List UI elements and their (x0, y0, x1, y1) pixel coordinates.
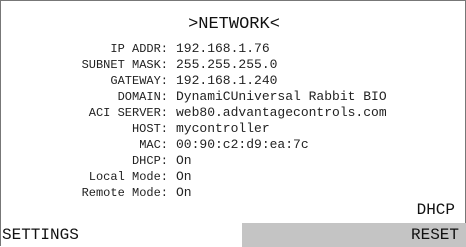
network-info-list: IP ADDR: 192.168.1.76 SUBNET MASK: 255.2… (1, 41, 466, 201)
subnet-mask-value: 255.255.255.0 (176, 57, 278, 72)
page-title: >NETWORK< (188, 15, 280, 34)
field-row-gateway: GATEWAY: 192.168.1.240 (1, 73, 466, 89)
field-row-remote-mode: Remote Mode: On (1, 185, 466, 201)
remote-mode-label: Remote Mode: (81, 186, 168, 200)
dhcp-label: DHCP: (131, 154, 168, 168)
field-row-mac: MAC: 00:90:c2:d9:ea:7c (1, 137, 466, 153)
field-row-host: HOST: mycontroller (1, 121, 466, 137)
ip-addr-label: IP ADDR: (110, 42, 168, 56)
field-row-ip-addr: IP ADDR: 192.168.1.76 (1, 41, 466, 57)
reset-softkey-button[interactable]: RESET (242, 223, 466, 247)
ip-addr-value: 192.168.1.76 (176, 41, 270, 56)
aci-server-label: ACI SERVER: (88, 106, 168, 120)
local-mode-label: Local Mode: (88, 170, 168, 184)
domain-label: DOMAIN: (117, 90, 168, 104)
gateway-label: GATEWAY: (110, 74, 168, 88)
settings-softkey-button[interactable]: SETTINGS (1, 223, 242, 247)
field-row-local-mode: Local Mode: On (1, 169, 466, 185)
remote-mode-value: On (176, 185, 192, 200)
subnet-mask-label: SUBNET MASK: (81, 58, 168, 72)
field-row-domain: DOMAIN: DynamiCUniversal Rabbit BIO (1, 89, 466, 105)
field-row-aci-server: ACI SERVER: web80.advantagecontrols.com (1, 105, 466, 121)
domain-value: DynamiCUniversal Rabbit BIO (176, 89, 387, 104)
host-value: mycontroller (176, 121, 270, 136)
field-row-dhcp: DHCP: On (1, 153, 466, 169)
local-mode-value: On (176, 169, 192, 184)
softkey-bar: SETTINGS RESET (1, 223, 466, 247)
mac-label: MAC: (139, 138, 168, 152)
host-label: HOST: (131, 122, 168, 136)
aci-server-value: web80.advantagecontrols.com (176, 105, 387, 120)
gateway-value: 192.168.1.240 (176, 73, 278, 88)
mac-value: 00:90:c2:d9:ea:7c (176, 137, 309, 152)
field-row-subnet-mask: SUBNET MASK: 255.255.255.0 (1, 57, 466, 73)
dhcp-softkey-button[interactable]: DHCP (417, 201, 455, 219)
controller-display: >NETWORK< IP ADDR: 192.168.1.76 SUBNET M… (0, 0, 466, 247)
dhcp-value: On (176, 153, 192, 168)
